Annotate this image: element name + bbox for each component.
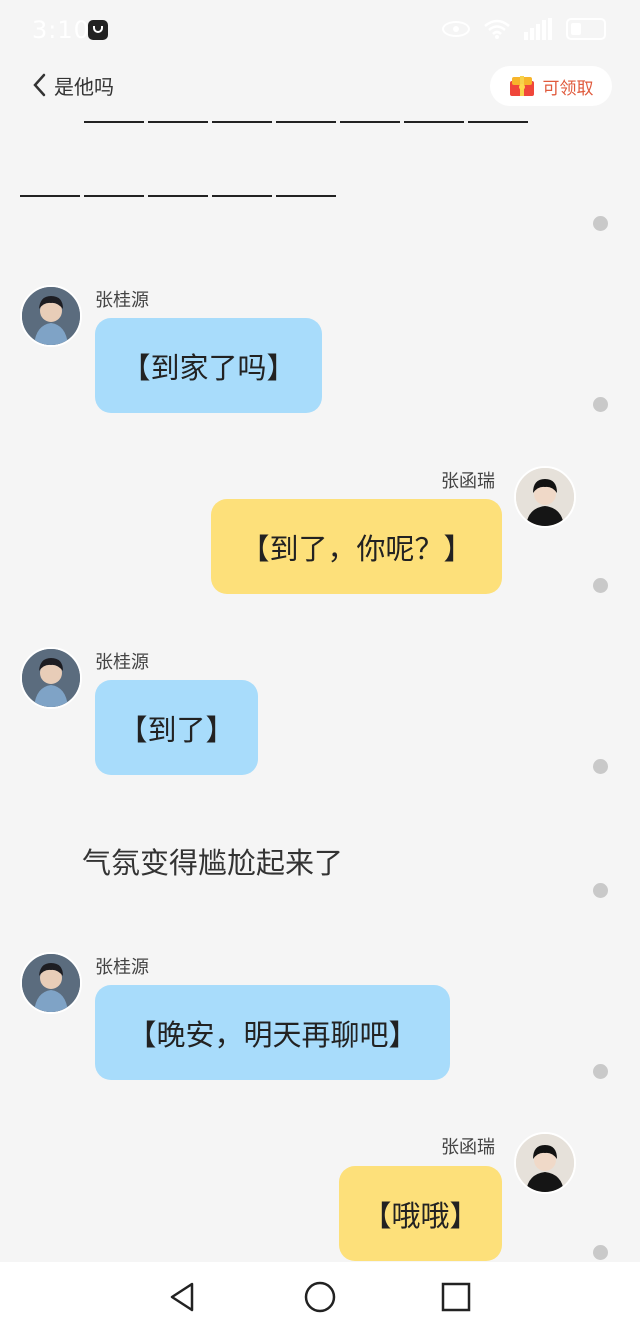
back-triangle-icon[interactable] xyxy=(166,1280,200,1314)
message-dot xyxy=(593,1064,608,1079)
sender-name: 张桂源 xyxy=(95,290,149,311)
avatar[interactable] xyxy=(20,647,82,709)
message-bubble[interactable]: 【晚安，明天再聊吧】 xyxy=(95,985,450,1080)
status-icons xyxy=(442,18,606,40)
sender-name: 张桂源 xyxy=(95,957,149,978)
message-dot xyxy=(593,759,608,774)
avatar[interactable] xyxy=(514,1132,576,1194)
sender-name: 张函瑞 xyxy=(441,471,495,492)
message-bubble[interactable]: 【到了】 xyxy=(95,680,258,775)
red-packet-icon xyxy=(509,75,535,97)
system-nav-bar xyxy=(0,1262,640,1330)
avatar[interactable] xyxy=(20,285,82,347)
chat-header: 是他吗 可领取 xyxy=(0,60,640,114)
red-packet-button[interactable]: 可领取 xyxy=(490,66,612,106)
status-bar: 3:10 xyxy=(0,0,640,60)
red-packet-label: 可领取 xyxy=(542,78,594,99)
avatar[interactable] xyxy=(20,952,82,1014)
signal-icon xyxy=(524,18,552,40)
back-button[interactable]: 是他吗 xyxy=(30,70,114,100)
narration-text: 气氛变得尴尬起来了 xyxy=(82,846,344,880)
recents-square-icon[interactable] xyxy=(439,1280,473,1314)
app-notification-icon xyxy=(88,20,108,40)
page-title: 是他吗 xyxy=(54,74,114,99)
wifi-icon xyxy=(484,18,510,40)
message-dot xyxy=(593,883,608,898)
message-bubble[interactable]: 【哦哦】 xyxy=(339,1166,502,1261)
avatar[interactable] xyxy=(514,466,576,528)
message-dot xyxy=(593,397,608,412)
eye-icon xyxy=(442,21,470,37)
status-time: 3:10 xyxy=(32,16,90,44)
chevron-left-icon xyxy=(30,70,50,100)
message-dot xyxy=(593,216,608,231)
message-bubble[interactable]: 【到家了吗】 xyxy=(95,318,322,413)
sender-name: 张函瑞 xyxy=(441,1137,495,1158)
home-circle-icon[interactable] xyxy=(303,1280,337,1314)
divider-dashes-bottom xyxy=(20,195,336,197)
message-dot xyxy=(593,1245,608,1260)
sender-name: 张桂源 xyxy=(95,652,149,673)
message-bubble[interactable]: 【到了，你呢？】 xyxy=(211,499,502,594)
divider-dashes-top xyxy=(84,121,528,123)
message-dot xyxy=(593,578,608,593)
battery-icon xyxy=(566,18,606,40)
